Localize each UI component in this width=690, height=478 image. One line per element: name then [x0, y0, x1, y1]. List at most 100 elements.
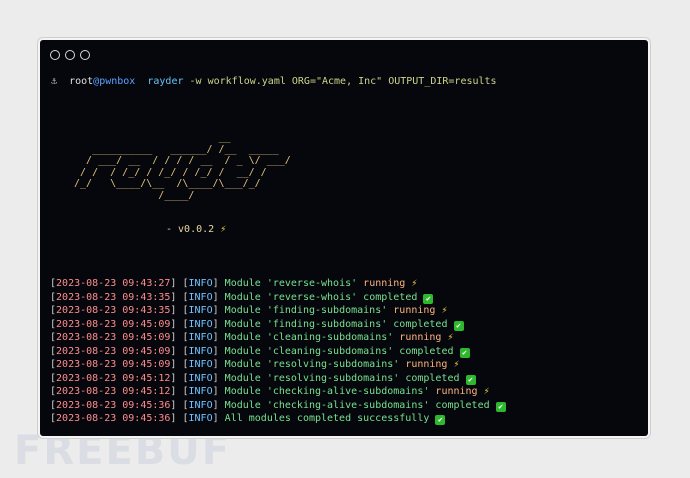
maximize-window-button[interactable] — [80, 50, 90, 60]
check-icon: ✔ — [435, 415, 446, 425]
log-line: [2023-08-23 09:45:09] [INFO] Module 'cle… — [50, 345, 506, 359]
bracket: ] — [212, 278, 219, 289]
bracket: ] — [212, 359, 219, 370]
close-window-button[interactable] — [50, 50, 60, 60]
log-level: INFO — [188, 345, 213, 357]
log-module: 'reverse-whois' — [266, 291, 358, 303]
log-level: INFO — [188, 318, 213, 330]
log-timestamp: 2023-08-23 09:45:36 — [56, 413, 171, 424]
log-line: [2023-08-23 09:45:36] [INFO] Module 'che… — [50, 399, 506, 413]
log-status: running — [363, 278, 406, 289]
log-line: [2023-08-23 09:45:09] [INFO] Module 'cle… — [50, 331, 506, 345]
log-prefix: Module — [224, 386, 261, 397]
prompt-host: pwnbox — [99, 76, 136, 87]
log-timestamp: 2023-08-23 09:45:36 — [56, 399, 171, 411]
log-timestamp: 2023-08-23 09:45:12 — [56, 372, 171, 384]
log-prefix: Module — [224, 278, 261, 289]
log-timestamp: 2023-08-23 09:45:09 — [56, 359, 171, 370]
terminal-window[interactable]: ⚓ root@pwnbox rayder -w workflow.yaml OR… — [38, 38, 650, 438]
window-controls — [50, 50, 90, 60]
log-status: completed — [363, 291, 418, 303]
page: FREEBUF ⚓ root@pwnbox rayder -w workflow… — [0, 0, 690, 478]
log-prefix: Module — [224, 332, 261, 343]
log-line: [2023-08-23 09:45:36] [INFO] All modules… — [50, 412, 506, 426]
log-prefix: Module — [224, 372, 261, 384]
log-line: [2023-08-23 09:45:09] [INFO] Module 'res… — [50, 358, 506, 372]
log-prefix: Module — [224, 345, 261, 357]
bracket: ] — [212, 413, 219, 424]
version-line: - v0.0.2 ⚡ — [166, 224, 226, 236]
log-timestamp: 2023-08-23 09:45:09 — [56, 332, 171, 343]
ascii-banner: __ __________ ______/ /__ _____ / ___/ _… — [74, 132, 291, 201]
log-module: 'reverse-whois' — [266, 278, 358, 289]
log-prefix: Module — [224, 318, 261, 330]
log-level: INFO — [188, 372, 213, 384]
log-timestamp: 2023-08-23 09:45:09 — [56, 345, 171, 357]
log-status: completed — [435, 399, 490, 411]
check-icon: ✔ — [423, 293, 434, 304]
log-level: INFO — [188, 399, 213, 411]
bracket: ] — [212, 372, 219, 384]
bracket: ] — [212, 399, 219, 411]
bracket: ] — [170, 278, 177, 289]
bracket: ] — [212, 305, 219, 316]
log-status: completed — [405, 372, 460, 384]
bracket: ] — [170, 305, 177, 316]
log-line: [2023-08-23 09:45:09] [INFO] Module 'fin… — [50, 318, 506, 332]
log-module: 'cleaning-subdomains' — [266, 332, 394, 343]
log-timestamp: 2023-08-23 09:43:27 — [56, 278, 171, 289]
command-prompt: ⚓ root@pwnbox rayder -w workflow.yaml OR… — [51, 76, 497, 88]
log-prefix: Module — [224, 399, 261, 411]
check-icon: ✔ — [465, 374, 476, 385]
lightning-icon: ⚡ — [447, 332, 454, 343]
lightning-icon: ⚡ — [441, 305, 448, 316]
prompt-user: root — [69, 76, 94, 87]
log-module: 'finding-subdomains' — [266, 318, 388, 330]
log-prefix: Module — [224, 305, 261, 316]
log-line: [2023-08-23 09:45:12] [INFO] Module 'che… — [50, 385, 506, 399]
bracket: ] — [212, 386, 219, 397]
bracket: ] — [170, 291, 177, 303]
bracket: ] — [212, 345, 219, 357]
bracket: ] — [170, 386, 177, 397]
check-icon: ✔ — [459, 347, 470, 358]
lightning-icon: ⚡ — [483, 386, 490, 397]
bracket: ] — [212, 318, 219, 330]
prompt-arguments: -w workflow.yaml ORG="Acme, Inc" OUTPUT_… — [189, 76, 497, 87]
log-line: [2023-08-23 09:43:35] [INFO] Module 'fin… — [50, 304, 506, 318]
log-level: INFO — [188, 332, 213, 343]
log-status: completed — [399, 345, 454, 357]
log-status: running — [435, 386, 478, 397]
log-status: running — [393, 305, 436, 316]
log-status: running — [399, 332, 442, 343]
bracket: ] — [170, 413, 177, 424]
log-status: completed — [393, 318, 448, 330]
log-level: INFO — [188, 413, 213, 424]
log-output: [2023-08-23 09:43:27] [INFO] Module 'rev… — [50, 277, 506, 426]
log-line: [2023-08-23 09:43:35] [INFO] Module 'rev… — [50, 291, 506, 305]
lightning-icon: ⚡ — [220, 224, 227, 235]
version-text: - v0.0.2 — [166, 224, 215, 235]
log-timestamp: 2023-08-23 09:43:35 — [56, 305, 171, 316]
bracket: ] — [212, 291, 219, 303]
lightning-icon: ⚡ — [411, 278, 418, 289]
log-module: 'checking-alive-subdomains' — [266, 386, 430, 397]
anchor-icon: ⚓ — [51, 76, 58, 87]
bracket: ] — [170, 399, 177, 411]
log-status: running — [405, 359, 448, 370]
minimize-window-button[interactable] — [65, 50, 75, 60]
log-module: 'resolving-subdomains' — [266, 372, 400, 384]
log-module: 'finding-subdomains' — [266, 305, 388, 316]
log-module: 'cleaning-subdomains' — [266, 345, 394, 357]
check-icon: ✔ — [495, 401, 506, 412]
log-level: INFO — [188, 386, 213, 397]
log-level: INFO — [188, 291, 213, 303]
log-status: All modules completed successfully — [224, 413, 430, 424]
prompt-command: rayder — [147, 76, 184, 87]
log-prefix: Module — [224, 359, 261, 370]
lightning-icon: ⚡ — [453, 359, 460, 370]
log-timestamp: 2023-08-23 09:45:12 — [56, 386, 171, 397]
bracket: ] — [170, 372, 177, 384]
bracket: ] — [170, 332, 177, 343]
bracket: ] — [212, 332, 219, 343]
